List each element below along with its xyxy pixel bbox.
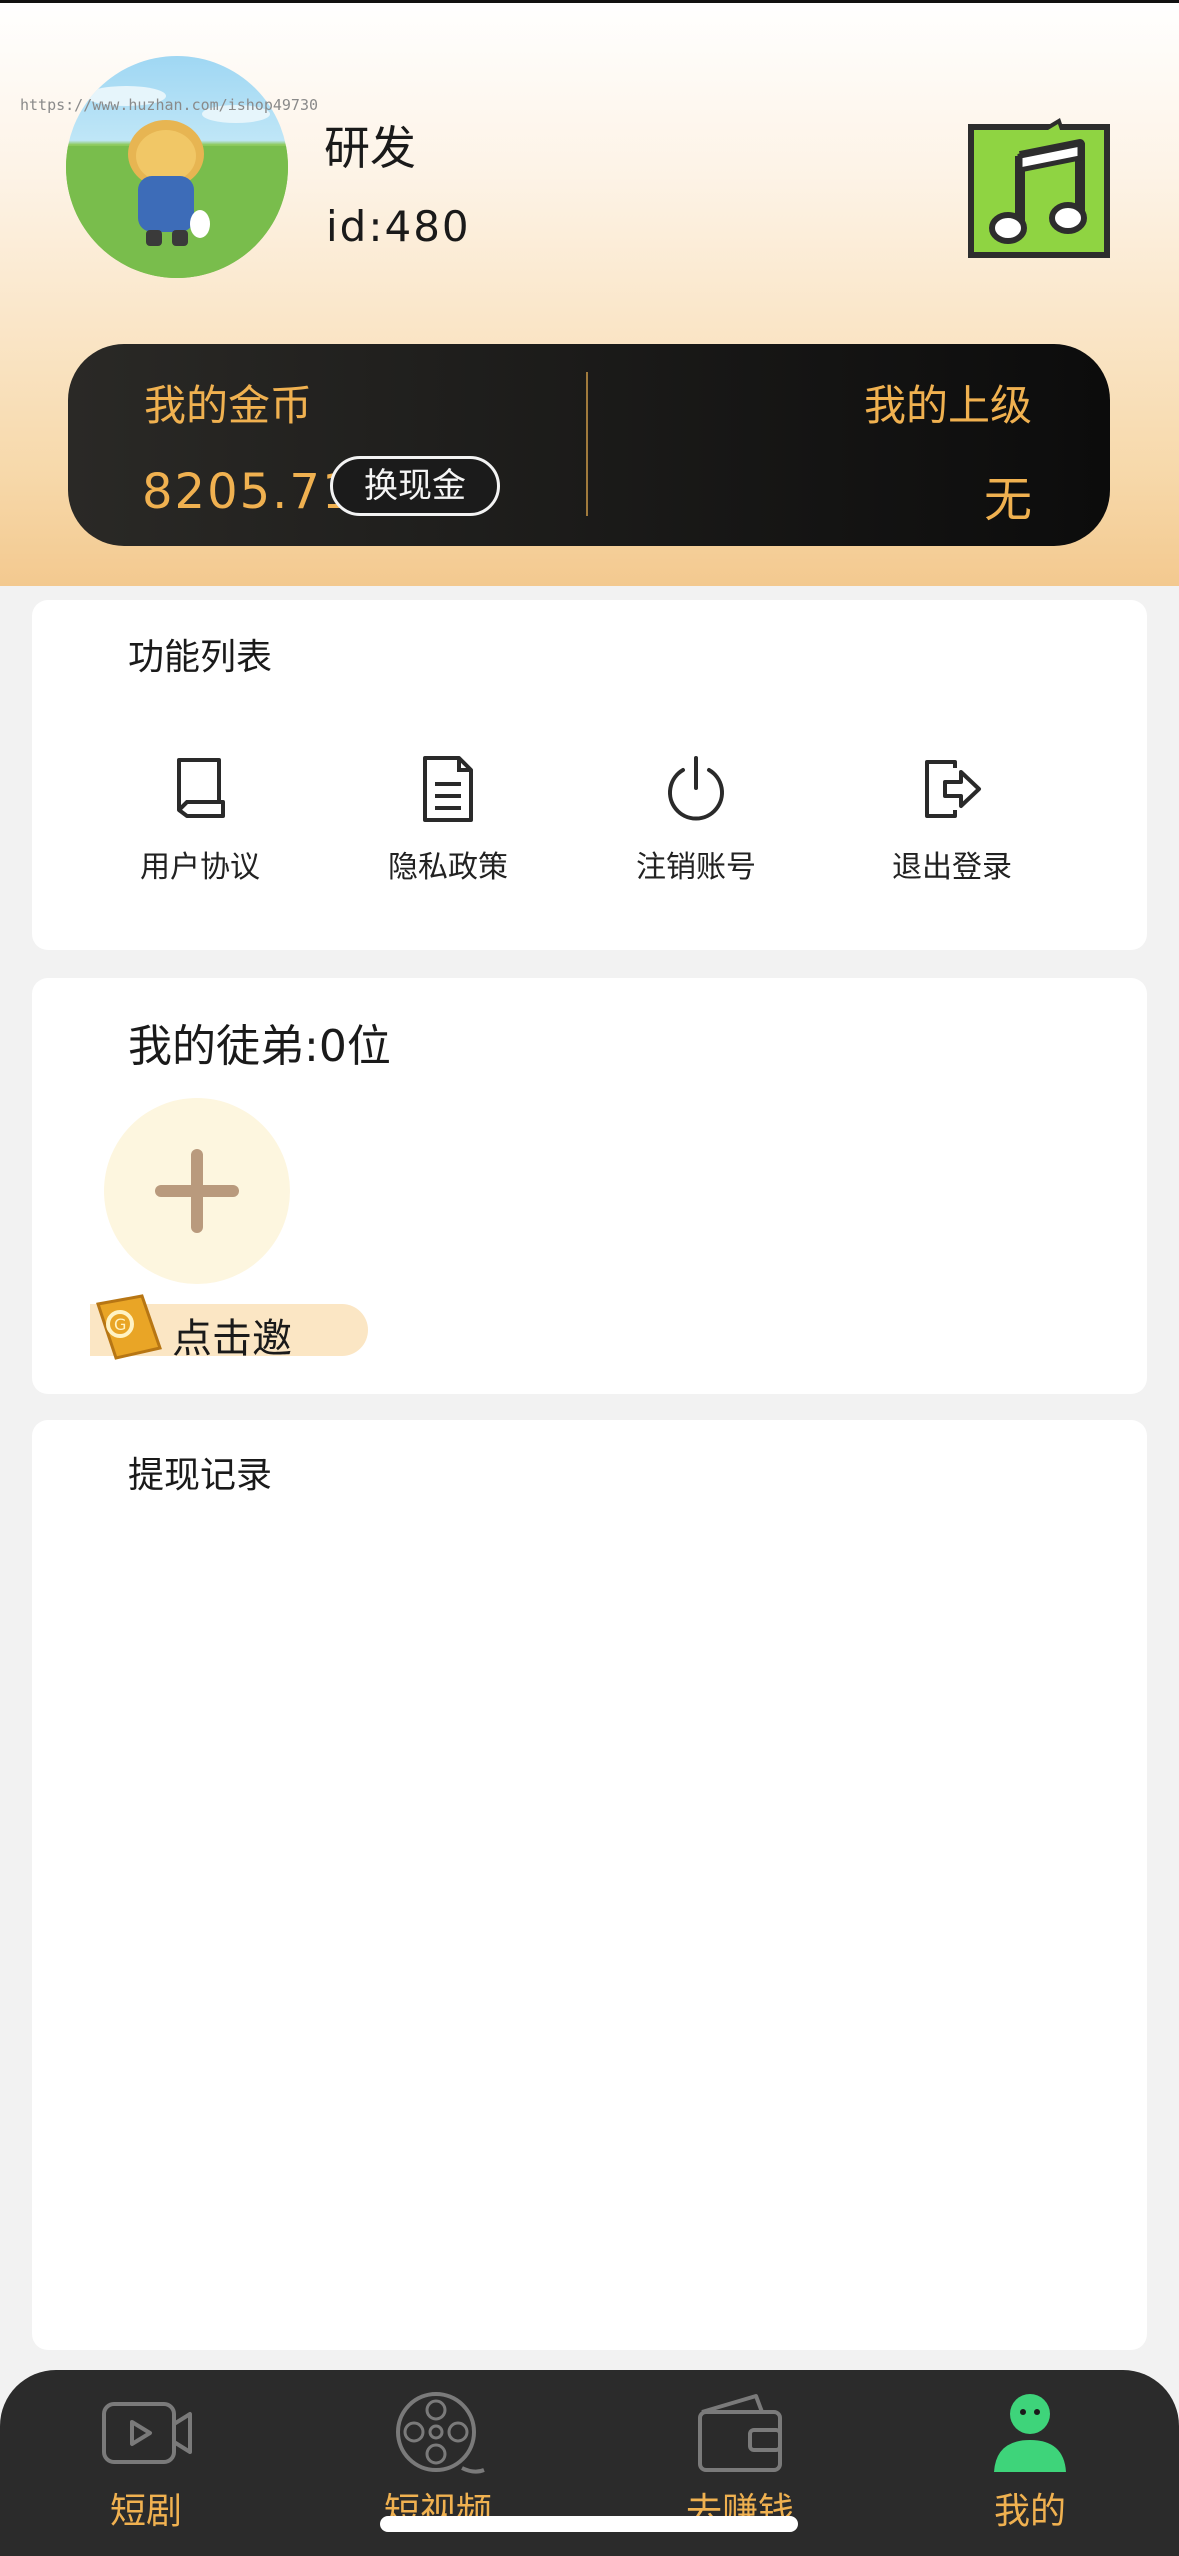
watermark: https://www.huzhan.com/ishop49730 xyxy=(20,96,319,114)
svg-text:G: G xyxy=(114,1315,126,1334)
withdraw-records-title: 提现记录 xyxy=(128,1455,273,1496)
invite-label: 点击邀 xyxy=(172,1316,292,1362)
disciples-card: 我的徒弟:0位 G 点击邀 xyxy=(32,978,1147,1394)
function-list: 用户协议 隐私政策 注销账号 退出登录 xyxy=(32,754,1147,904)
plus-icon xyxy=(155,1149,239,1233)
tab-label: 我的 xyxy=(993,2491,1066,2532)
superior-value: 无 xyxy=(983,472,1032,528)
tab-mine[interactable]: 我的 xyxy=(930,2370,1130,2556)
withdraw-records-card: 提现记录 xyxy=(32,1420,1147,2350)
function-label: 用户协议 xyxy=(140,850,260,885)
superior-label: 我的上级 xyxy=(863,381,1032,430)
user-id: id:480 xyxy=(326,202,471,251)
ticket-icon: G xyxy=(96,1294,162,1360)
music-button[interactable] xyxy=(962,118,1116,264)
coin-card: 我的金币 8205.71 换现金 我的上级 无 xyxy=(68,344,1110,546)
tab-short-drama[interactable]: 短剧 xyxy=(46,2370,246,2556)
film-reel-icon xyxy=(396,2392,485,2474)
privacy-policy-button[interactable]: 隐私政策 xyxy=(338,754,558,904)
profile-page: https://www.huzhan.com/ishop49730 研发 id:… xyxy=(0,0,1179,2556)
function-label: 注销账号 xyxy=(636,850,756,885)
logout-icon xyxy=(925,760,981,818)
video-play-icon xyxy=(102,2402,192,2464)
coin-balance: 8205.71 xyxy=(142,464,355,520)
user-agreement-button[interactable]: 用户协议 xyxy=(90,754,310,904)
coin-divider xyxy=(586,372,588,516)
disciples-title: 我的徒弟:0位 xyxy=(128,1021,391,1072)
logout-button[interactable]: 退出登录 xyxy=(842,754,1062,904)
function-list-title: 功能列表 xyxy=(128,637,273,678)
invite-tag[interactable]: G 点击邀 xyxy=(90,1294,368,1362)
coin-label: 我的金币 xyxy=(144,381,313,430)
function-label: 退出登录 xyxy=(892,850,1012,885)
music-note-icon xyxy=(968,118,1110,258)
wallet-icon xyxy=(698,2394,782,2472)
agreement-icon xyxy=(177,758,225,818)
function-label: 隐私政策 xyxy=(388,850,508,885)
avatar-illustration xyxy=(66,86,288,278)
user-icon xyxy=(994,2394,1066,2472)
avatar[interactable] xyxy=(66,56,288,278)
power-icon xyxy=(668,756,724,821)
status-bar-edge xyxy=(0,0,1179,3)
nickname: 研发 xyxy=(324,121,416,175)
function-list-card: 功能列表 用户协议 隐私政策 注销账号 退出登录 xyxy=(32,600,1147,950)
document-icon xyxy=(423,756,473,822)
invite-add-button[interactable] xyxy=(104,1098,290,1284)
tab-label: 短剧 xyxy=(109,2491,182,2532)
exchange-cash-button[interactable]: 换现金 xyxy=(330,456,500,516)
cancel-account-button[interactable]: 注销账号 xyxy=(586,754,806,904)
home-indicator[interactable] xyxy=(380,2516,798,2532)
